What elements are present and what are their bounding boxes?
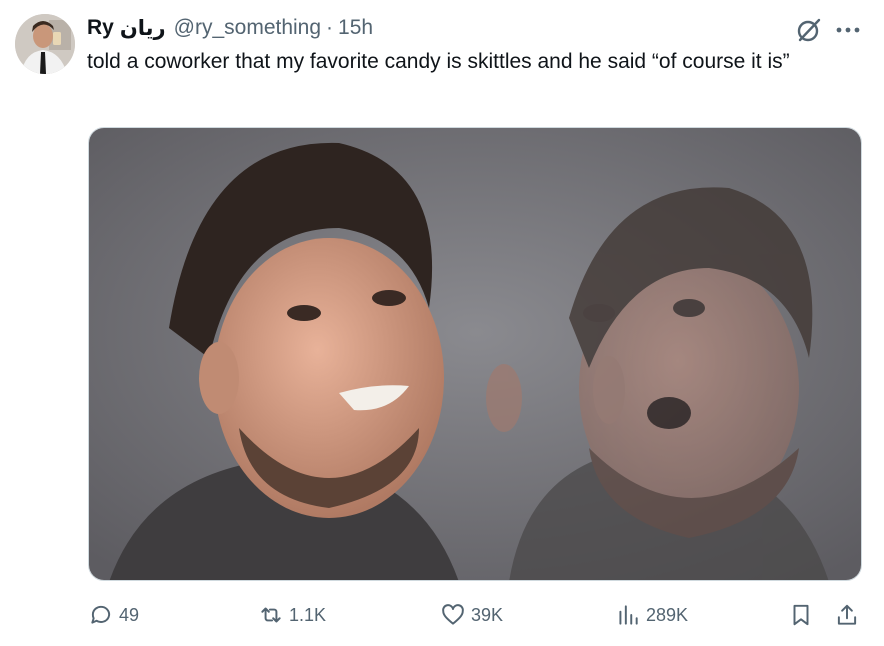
bookmark-button[interactable] (788, 600, 819, 630)
heart-icon (442, 604, 464, 625)
like-button[interactable]: 39K (440, 600, 503, 630)
grok-icon[interactable] (796, 17, 822, 43)
reply-icon (91, 605, 111, 624)
repost-count: 1.1K (289, 604, 327, 625)
timestamp[interactable]: 15h (338, 16, 373, 40)
more-icon[interactable] (833, 18, 863, 42)
reply-count: 49 (119, 604, 140, 625)
avatar[interactable] (15, 14, 75, 74)
view-count: 289K (646, 604, 689, 625)
share-button[interactable] (834, 600, 865, 630)
repost-icon (261, 607, 281, 623)
tweet-header: Ry ريان @ry_something · 15h (87, 16, 373, 40)
tweet-text: told a coworker that my favorite candy i… (87, 50, 790, 73)
like-count: 39K (471, 604, 504, 625)
display-name-arabic[interactable]: ريان (120, 16, 166, 41)
bookmark-icon (793, 604, 809, 626)
repost-button[interactable]: 1.1K (258, 600, 326, 630)
views-icon (619, 605, 638, 625)
share-icon (837, 604, 857, 625)
reply-button[interactable]: 49 (88, 600, 139, 630)
avatar-image (15, 14, 75, 74)
tweet-media[interactable] (88, 127, 862, 581)
photo-of-man-reacting-two-frames (89, 128, 861, 580)
display-name[interactable]: Ry (87, 16, 114, 40)
separator-dot: · (326, 16, 334, 39)
tweet-action-bar: 49 1.1K 39K 289K (0, 600, 884, 630)
user-handle[interactable]: @ry_something (174, 16, 321, 40)
views-button[interactable]: 289K (615, 600, 688, 630)
